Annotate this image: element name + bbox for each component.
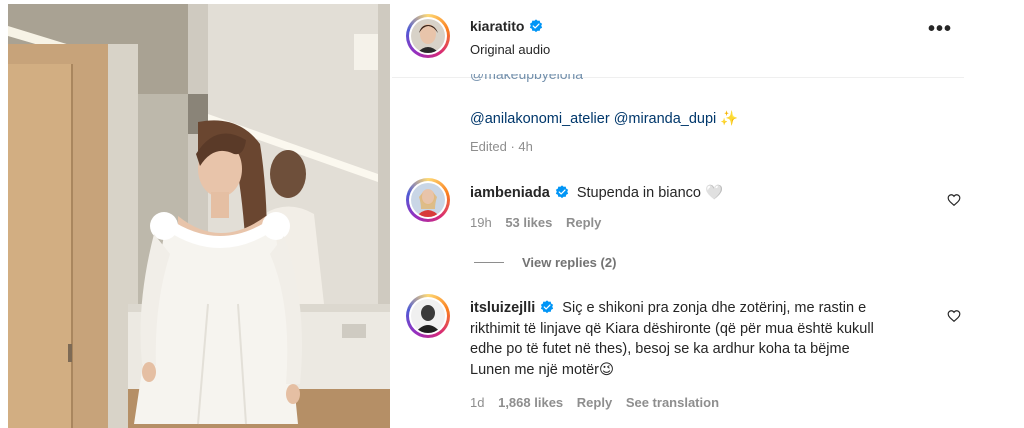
verified-badge-icon bbox=[555, 185, 568, 199]
reply-button[interactable]: Reply bbox=[577, 395, 612, 410]
sparkle-emoji: ✨ bbox=[720, 111, 739, 127]
heart-outline-icon[interactable] bbox=[947, 193, 961, 207]
commenter-avatar[interactable] bbox=[406, 178, 450, 222]
commenter-username[interactable]: itsluizejlli bbox=[470, 300, 535, 316]
heart-outline-icon[interactable] bbox=[947, 309, 961, 323]
verified-badge-icon bbox=[541, 300, 554, 314]
caption-mentions: @anilakonomi_atelier @miranda_dupi ✨ bbox=[470, 110, 738, 127]
comment-text-line: rikthimit të linjave që Kiara dëshironte… bbox=[470, 320, 874, 337]
edited-timestamp: Edited · 4h bbox=[470, 139, 533, 154]
comment-text: Stupenda in bianco 🤍 bbox=[576, 185, 724, 201]
mention-link[interactable]: @miranda_dupi bbox=[614, 111, 717, 127]
author-avatar-image bbox=[411, 19, 445, 53]
original-audio-link[interactable]: Original audio bbox=[470, 42, 550, 57]
comment-meta: 1d 1,868 likes Reply See translation bbox=[470, 395, 719, 410]
replies-line bbox=[474, 262, 504, 263]
comment-text-line: edhe po të futet në thes), besoj se ka a… bbox=[470, 341, 850, 357]
post-header: kiaratito Original audio ••• bbox=[392, 0, 1024, 76]
comment-likes[interactable]: 1,868 likes bbox=[498, 395, 563, 410]
comment-text-line: Lunen me një motër😉 bbox=[470, 361, 615, 378]
commenter-avatar-image bbox=[411, 299, 445, 333]
photo-illustration bbox=[8, 4, 390, 428]
comment-meta: 19h 53 likes Reply bbox=[470, 215, 601, 230]
author-username-text[interactable]: kiaratito bbox=[470, 18, 524, 34]
author-username[interactable]: kiaratito bbox=[470, 18, 543, 34]
commenter-avatar[interactable] bbox=[406, 294, 450, 338]
comment-time[interactable]: 1d bbox=[470, 395, 484, 410]
comment-body: itsluizejlli Siç e shikoni pra zonja dhe… bbox=[470, 298, 940, 380]
comment-text-line: Siç e shikoni pra zonja dhe zotërinj, me… bbox=[562, 300, 867, 316]
comment-time[interactable]: 19h bbox=[470, 215, 492, 230]
commenter-username[interactable]: iambeniada bbox=[470, 185, 550, 201]
post-details-panel: kiaratito Original audio ••• @makeupbyel… bbox=[392, 0, 1024, 428]
see-translation-button[interactable]: See translation bbox=[626, 395, 719, 410]
author-avatar[interactable] bbox=[406, 14, 450, 58]
comment-likes[interactable]: 53 likes bbox=[505, 215, 552, 230]
view-replies-button[interactable]: View replies (2) bbox=[522, 255, 616, 270]
comment-body: iambeniada Stupenda in bianco 🤍 bbox=[470, 183, 723, 204]
commenter-avatar-image bbox=[411, 183, 445, 217]
mention-link[interactable]: @anilakonomi_atelier bbox=[470, 111, 610, 127]
reply-button[interactable]: Reply bbox=[566, 215, 601, 230]
post-photo[interactable] bbox=[8, 4, 390, 428]
verified-badge-icon bbox=[530, 19, 543, 33]
more-options-icon[interactable]: ••• bbox=[928, 19, 956, 42]
